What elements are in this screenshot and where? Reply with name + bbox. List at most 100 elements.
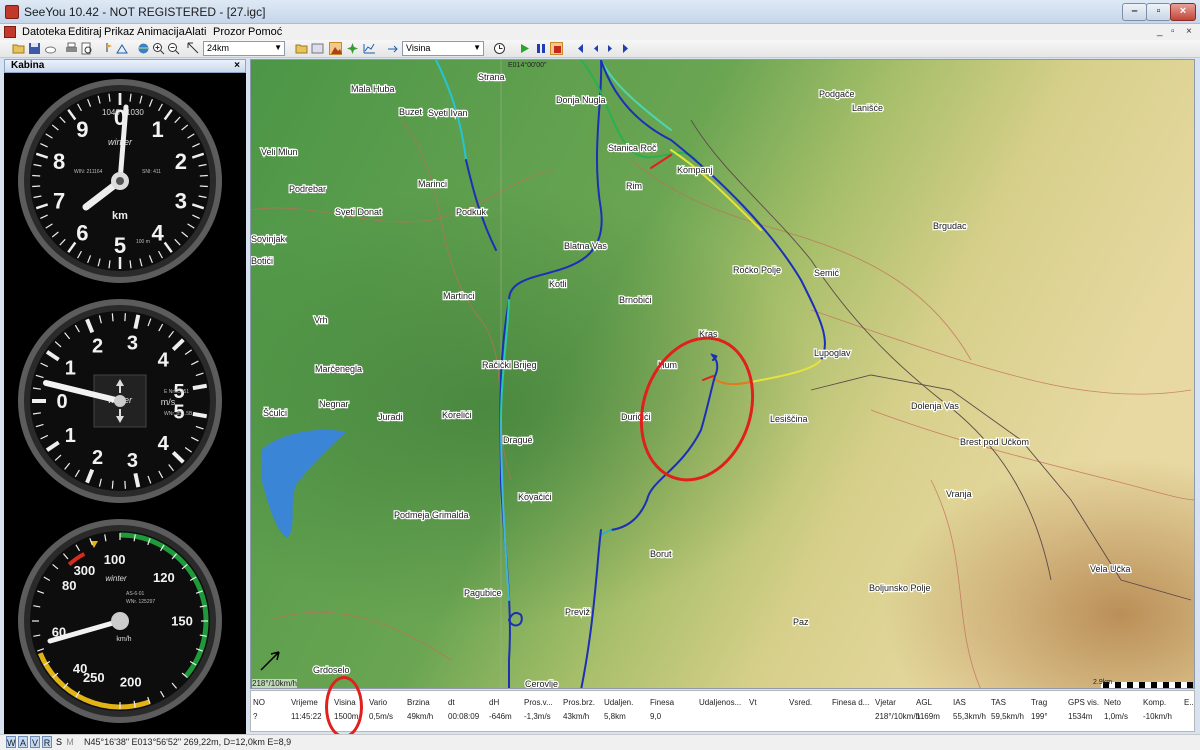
status-tab-w[interactable]: W [6,736,16,748]
flight-list-icon[interactable] [311,42,324,55]
status-tab-a[interactable]: A [18,736,28,748]
cockpit-panel: Kabina × 0123456789 1040 1030 winter WIN… [4,59,246,736]
skip-forward-icon[interactable] [619,42,632,55]
scale-select[interactable]: 24km ▼ [203,41,285,56]
terrain-icon[interactable] [329,42,342,55]
title-bar: SeeYou 10.42 - NOT REGISTERED - [27.igc]… [0,0,1200,24]
panel-close-button[interactable]: × [234,60,240,72]
data-column-value: 0,5m/s [369,712,394,721]
gauge-number: 1 [65,425,76,447]
data-column-header: Pros.v... [524,698,553,707]
gauge-number: 250 [83,670,105,685]
map-place-label: Martinci [443,291,475,301]
vario-unit: m/s [161,397,176,407]
data-column-header: Komp. [1143,698,1167,707]
data-column-value: 9,0 [650,712,662,721]
map-place-label: Botići [251,256,273,266]
gauge-number: 3 [175,189,187,214]
map-place-label: Brgudac [933,221,967,231]
altimeter-baro-left: 1040 [102,108,120,117]
gauge-number: 150 [171,614,193,629]
scale-icon[interactable] [187,42,200,55]
maximize-button[interactable]: ▫ [1146,3,1171,21]
chevron-down-icon: ▼ [274,43,282,52]
map-place-label: Sveti Donat [335,207,382,217]
data-column-header: Vt [749,698,757,707]
map-place-label: Vrh [314,315,328,325]
open-flight-icon[interactable] [295,42,308,55]
save-icon[interactable] [28,42,41,55]
gauge-tick [199,185,208,188]
variable-icon[interactable] [386,42,399,55]
asi-unit: km/h [116,636,131,643]
gauge-number: 300 [74,563,96,578]
gauge-number: 4 [151,221,164,246]
map-place-label: Previž [565,607,591,617]
map-place-label: Korelići [442,410,472,420]
pin-icon[interactable] [101,42,114,55]
data-column-header: Vjetar [875,698,896,707]
gauge-tick [32,185,41,188]
map-place-label: Lesiščina [770,414,808,424]
stop-icon[interactable] [550,42,563,55]
globe-icon[interactable] [137,42,150,55]
data-column-value: -646m [489,712,512,721]
close-button[interactable]: × [1170,3,1196,21]
menu-pomoc[interactable]: Pomoć [248,26,282,38]
barogram-icon[interactable] [363,42,376,55]
data-column-value: 199° [1031,712,1048,721]
minimize-button[interactable]: – [1122,3,1147,21]
print-icon[interactable] [65,42,78,55]
altimeter-serial-left: WIN: 211164 [74,169,103,175]
gauge-number: 0 [56,391,67,413]
map-place-label: Podkuk [456,207,487,217]
data-column-value: -10km/h [1143,712,1172,721]
menu-alati[interactable]: Alati [185,26,206,38]
gauge-number: 9 [76,117,88,142]
menu-datoteka[interactable]: Datoteka [22,26,66,38]
variable-select[interactable]: Visina ▼ [402,41,484,56]
step-forward-icon[interactable] [604,42,617,55]
window-title: SeeYou 10.42 - NOT REGISTERED - [27.igc] [24,5,266,19]
map-place-label: Kotli [549,279,567,289]
skip-back-icon[interactable] [574,42,587,55]
status-tab-s[interactable]: S [54,736,64,748]
data-column-value: 55,3km/h [953,712,986,721]
map-place-label: Veli Mlun [261,147,298,157]
task-icon[interactable] [116,42,129,55]
map-place-label: Grdoselo [313,665,350,675]
step-back-icon[interactable] [589,42,602,55]
pause-icon[interactable] [534,42,547,55]
status-tab-r[interactable]: R [42,736,52,748]
open-folder-icon[interactable] [12,42,25,55]
thermal-icon[interactable] [346,42,359,55]
play-icon[interactable] [518,42,531,55]
map-place-label: Mala Huba [351,84,395,94]
mdi-restore-button[interactable]: ▫ [1171,26,1175,37]
clock-icon[interactable] [493,42,506,55]
asi-serial-1: AS-6-01 [126,591,145,597]
status-tab-v[interactable]: V [30,736,40,748]
gauge-number: 200 [120,675,142,690]
map-place-label: Podrebar [289,184,326,194]
menu-prikaz[interactable]: Prikaz [104,26,135,38]
data-column-header: Vario [369,698,388,707]
print-preview-icon[interactable] [80,42,93,55]
zoom-in-icon[interactable] [152,42,165,55]
menu-animacija[interactable]: Animacija [137,26,185,38]
map-place-label: Vela Učka [1090,564,1131,574]
gauge-number: 4 [158,350,170,372]
data-column-header: Udaljenos... [699,698,742,707]
map-place-label: Donja Nugla [556,95,606,105]
menu-prozor[interactable]: Prozor [213,26,245,38]
mdi-minimize-button[interactable]: _ [1157,26,1163,37]
mdi-close-button[interactable]: × [1186,26,1192,37]
map-place-label: Sovinjak [251,234,286,244]
cloud-icon[interactable] [44,42,57,55]
document-icon[interactable] [4,26,16,38]
status-tab-m[interactable]: M [65,736,75,748]
zoom-out-icon[interactable] [167,42,180,55]
asi-serial-2: WNr. 125297 [126,599,155,605]
menu-editiraj[interactable]: Editiraj [68,26,102,38]
gauge-number: 7 [53,189,65,214]
